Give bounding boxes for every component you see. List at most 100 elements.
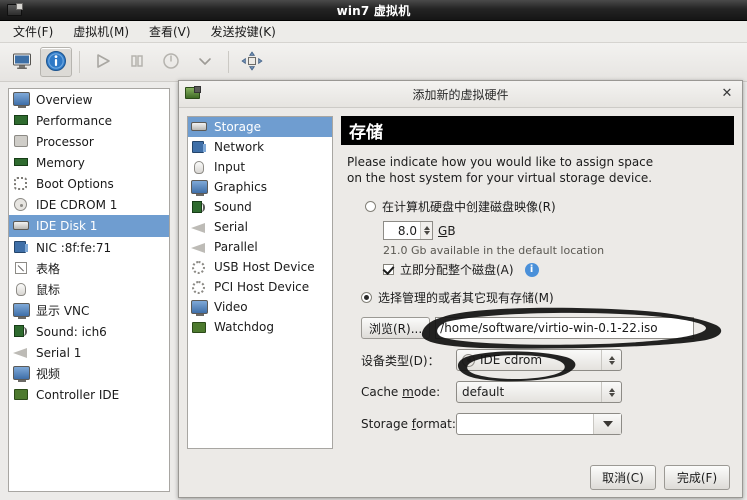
toolbar [0, 43, 747, 82]
serial-icon [13, 345, 30, 360]
category-label: Network [214, 140, 265, 154]
category-watchdog[interactable]: Watchdog [188, 317, 332, 337]
hardware-list-panel[interactable]: Overview Performance Processor Memory Bo… [8, 88, 170, 492]
menu-virtual-machine[interactable]: 虚拟机(M) [66, 21, 136, 42]
menu-file[interactable]: 文件(F) [6, 21, 60, 42]
category-label: Storage [214, 120, 261, 134]
disk-size-row: 8.0 GB [383, 221, 734, 240]
sidebar-item-overview[interactable]: Overview [9, 89, 169, 110]
allocate-now-row[interactable]: 立即分配整个磁盘(A) i [383, 261, 734, 278]
pause-button[interactable] [121, 47, 153, 77]
storage-path-input[interactable]: /home/software/virtio-win-0.1-22.iso [435, 317, 695, 339]
tablet-icon [13, 261, 30, 276]
radio-create-disk-image[interactable] [365, 201, 376, 212]
storage-path-row: 浏览(R)... /home/software/virtio-win-0.1-2… [361, 317, 734, 339]
sidebar-item-ide-disk-1[interactable]: IDE Disk 1 [9, 215, 169, 237]
category-graphics[interactable]: Graphics [188, 177, 332, 197]
pause-icon [127, 52, 147, 73]
browse-button[interactable]: 浏览(R)... [361, 317, 431, 339]
sidebar-item-label: 表格 [36, 262, 61, 276]
dialog-body: Storage Network Input Graphics Sound Ser… [179, 108, 742, 457]
menu-view[interactable]: 查看(V) [142, 21, 198, 42]
harddisk-icon [13, 219, 30, 234]
category-network[interactable]: Network [188, 137, 332, 157]
sidebar-item-nic[interactable]: NIC :8f:fe:71 [9, 237, 169, 258]
category-label: PCI Host Device [214, 280, 310, 294]
storage-format-label: Storage format: [361, 417, 456, 431]
select-arrows-icon[interactable] [601, 382, 621, 402]
create-disk-image-option[interactable]: 在计算机硬盘中创建磁盘映像(R) [365, 198, 734, 215]
select-arrows-icon[interactable] [601, 350, 621, 370]
storage-description: Please indicate how you would like to as… [347, 154, 734, 186]
category-input[interactable]: Input [188, 157, 332, 177]
display-icon [13, 303, 30, 319]
category-usb-host-device[interactable]: USB Host Device [188, 257, 332, 277]
sidebar-item-sound[interactable]: Sound: ich6 [9, 321, 169, 342]
info-icon[interactable]: i [524, 262, 539, 277]
sidebar-item-processor[interactable]: Processor [9, 131, 169, 152]
toolbar-separator-2 [228, 51, 229, 73]
storage-format-select[interactable] [456, 413, 622, 435]
hardware-category-list[interactable]: Storage Network Input Graphics Sound Ser… [187, 116, 333, 449]
watchdog-icon [191, 320, 208, 335]
radio-managed-storage[interactable] [361, 292, 372, 303]
category-label: Video [214, 300, 248, 314]
shutdown-button[interactable] [155, 47, 187, 77]
category-sound[interactable]: Sound [188, 197, 332, 217]
disk-size-value[interactable]: 8.0 [384, 224, 420, 238]
create-disk-image-label: 在计算机硬盘中创建磁盘映像(R) [382, 200, 556, 214]
sidebar-item-label: Serial 1 [36, 345, 82, 360]
checkbox-allocate-now[interactable] [383, 264, 394, 275]
run-button[interactable] [87, 47, 119, 77]
device-type-label: 设备类型(D)： [361, 353, 440, 368]
sidebar-item-tablet[interactable]: 表格 [9, 258, 169, 279]
managed-storage-option[interactable]: 选择管理的或者其它现有存储(M) [361, 289, 734, 306]
fullscreen-button[interactable] [236, 47, 268, 77]
available-space-text: 21.0 Gb available in the default locatio… [383, 244, 605, 257]
sidebar-item-memory[interactable]: Memory [9, 152, 169, 173]
category-storage[interactable]: Storage [188, 117, 332, 137]
category-video[interactable]: Video [188, 297, 332, 317]
finish-button[interactable]: 完成(F) [664, 464, 730, 490]
window-title: win7 虚拟机 [336, 3, 411, 18]
category-label: Watchdog [214, 320, 274, 334]
mouse-icon [191, 160, 208, 175]
storage-format-row: Storage format: [361, 413, 734, 435]
category-parallel[interactable]: Parallel [188, 237, 332, 257]
sound-icon [191, 200, 208, 215]
disk-size-stepper[interactable]: 8.0 [383, 221, 433, 240]
sidebar-item-performance[interactable]: Performance [9, 110, 169, 131]
sidebar-item-mouse[interactable]: 鼠标 [9, 279, 169, 300]
cache-mode-select[interactable]: default [456, 381, 622, 403]
category-serial[interactable]: Serial [188, 217, 332, 237]
sidebar-item-boot-options[interactable]: Boot Options [9, 173, 169, 194]
show-details-button[interactable] [40, 47, 72, 77]
sidebar-item-label: Controller IDE [36, 387, 120, 402]
power-icon [161, 52, 181, 73]
category-pci-host-device[interactable]: PCI Host Device [188, 277, 332, 297]
sidebar-item-display-vnc[interactable]: 显示 VNC [9, 300, 169, 321]
sidebar-item-label: 显示 VNC [36, 304, 90, 318]
menu-send-key[interactable]: 发送按键(K) [204, 21, 283, 42]
dialog-titlebar: 添加新的虚拟硬件 ✕ [179, 81, 742, 108]
device-type-select[interactable]: IDE cdrom [456, 349, 622, 371]
mouse-icon [13, 282, 30, 297]
sidebar-item-label: Overview [36, 92, 93, 107]
close-icon[interactable]: ✕ [720, 87, 734, 101]
disk-size-unit-label: GB [438, 223, 456, 238]
show-console-button[interactable] [6, 47, 38, 77]
description-line-1: Please indicate how you would like to as… [347, 155, 654, 169]
sidebar-item-serial-1[interactable]: Serial 1 [9, 342, 169, 363]
sidebar-item-video[interactable]: 视频 [9, 363, 169, 384]
sidebar-item-controller-ide[interactable]: Controller IDE [9, 384, 169, 405]
virt-manager-window: win7 虚拟机 文件(F) 虚拟机(M) 查看(V) 发送按键(K) Over… [0, 0, 747, 500]
chevron-down-icon[interactable] [593, 414, 621, 434]
sidebar-item-label: IDE Disk 1 [36, 219, 98, 233]
category-label: Graphics [214, 180, 267, 194]
shutdown-menu-button[interactable] [189, 47, 221, 77]
sidebar-item-ide-cdrom-1[interactable]: IDE CDROM 1 [9, 194, 169, 215]
cancel-button[interactable]: 取消(C) [590, 464, 656, 490]
spinner-arrows-icon[interactable] [420, 222, 432, 239]
category-label: Sound [214, 200, 252, 214]
play-icon [93, 52, 113, 73]
